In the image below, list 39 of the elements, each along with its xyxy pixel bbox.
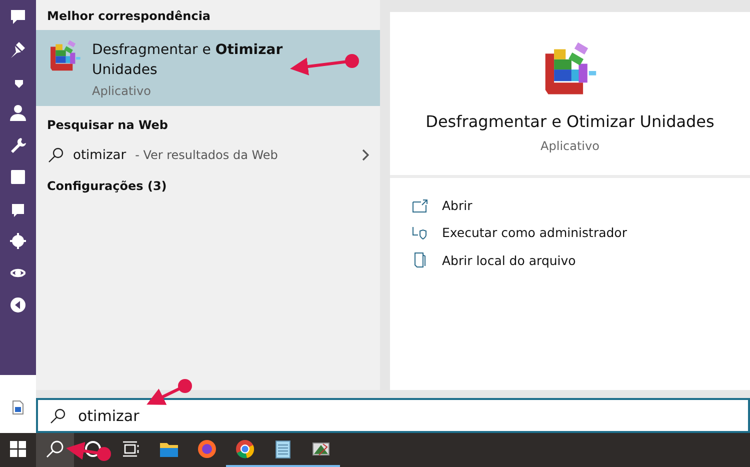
file-icon[interactable] (12, 400, 24, 415)
web-hint: - Ver resultados da Web (135, 148, 278, 162)
action-item[interactable]: Abrir (412, 198, 728, 213)
result-title: Desfragmentar e Otimizar Unidades (92, 41, 284, 80)
person-icon[interactable] (9, 104, 27, 122)
back-icon[interactable] (9, 296, 27, 314)
wrench-icon[interactable] (9, 136, 27, 154)
app-title: Desfragmentar e Otimizar Unidades (426, 112, 714, 131)
folder-icon[interactable] (159, 440, 179, 458)
search-icon (50, 408, 66, 424)
shield-icon (412, 226, 428, 240)
annotation-arrow (146, 379, 192, 405)
annotation-arrow (66, 442, 111, 461)
section-heading: Pesquisar na Web (46, 117, 170, 134)
document-icon (412, 252, 428, 268)
chevron-right-icon (361, 149, 369, 161)
windows-logo-icon[interactable] (10, 441, 26, 457)
best-match-item[interactable]: Desfragmentar e Otimizar Unidades Aplicativo (36, 30, 380, 106)
web-query: otimizar (73, 148, 126, 162)
chat-icon[interactable] (9, 8, 27, 26)
annotation-arrow (290, 54, 359, 76)
browser-globe-icon[interactable] (197, 439, 217, 459)
browser-circle-icon[interactable] (235, 439, 255, 459)
action-item[interactable]: Executar como administrador (412, 225, 728, 240)
notepad-icon[interactable] (274, 439, 292, 459)
task-view-icon[interactable] (122, 440, 140, 458)
section-heading: Melhor correspondência (46, 8, 212, 25)
search-bar[interactable]: otimizar (36, 398, 750, 433)
image-viewer-icon[interactable] (311, 440, 331, 458)
search-icon (48, 147, 64, 163)
open-icon (412, 198, 428, 212)
section-heading[interactable]: Configurações (3) (36, 171, 380, 200)
action-item[interactable]: Abrir local do arquivo (412, 252, 728, 268)
result-type: Aplicativo (92, 84, 152, 98)
web-result-item[interactable]: otimizar - Ver resultados da Web (36, 139, 380, 171)
brush-icon[interactable] (9, 40, 27, 58)
app-type: Aplicativo (540, 139, 600, 153)
circle-icon[interactable] (84, 440, 102, 458)
search-icon[interactable] (46, 440, 64, 458)
